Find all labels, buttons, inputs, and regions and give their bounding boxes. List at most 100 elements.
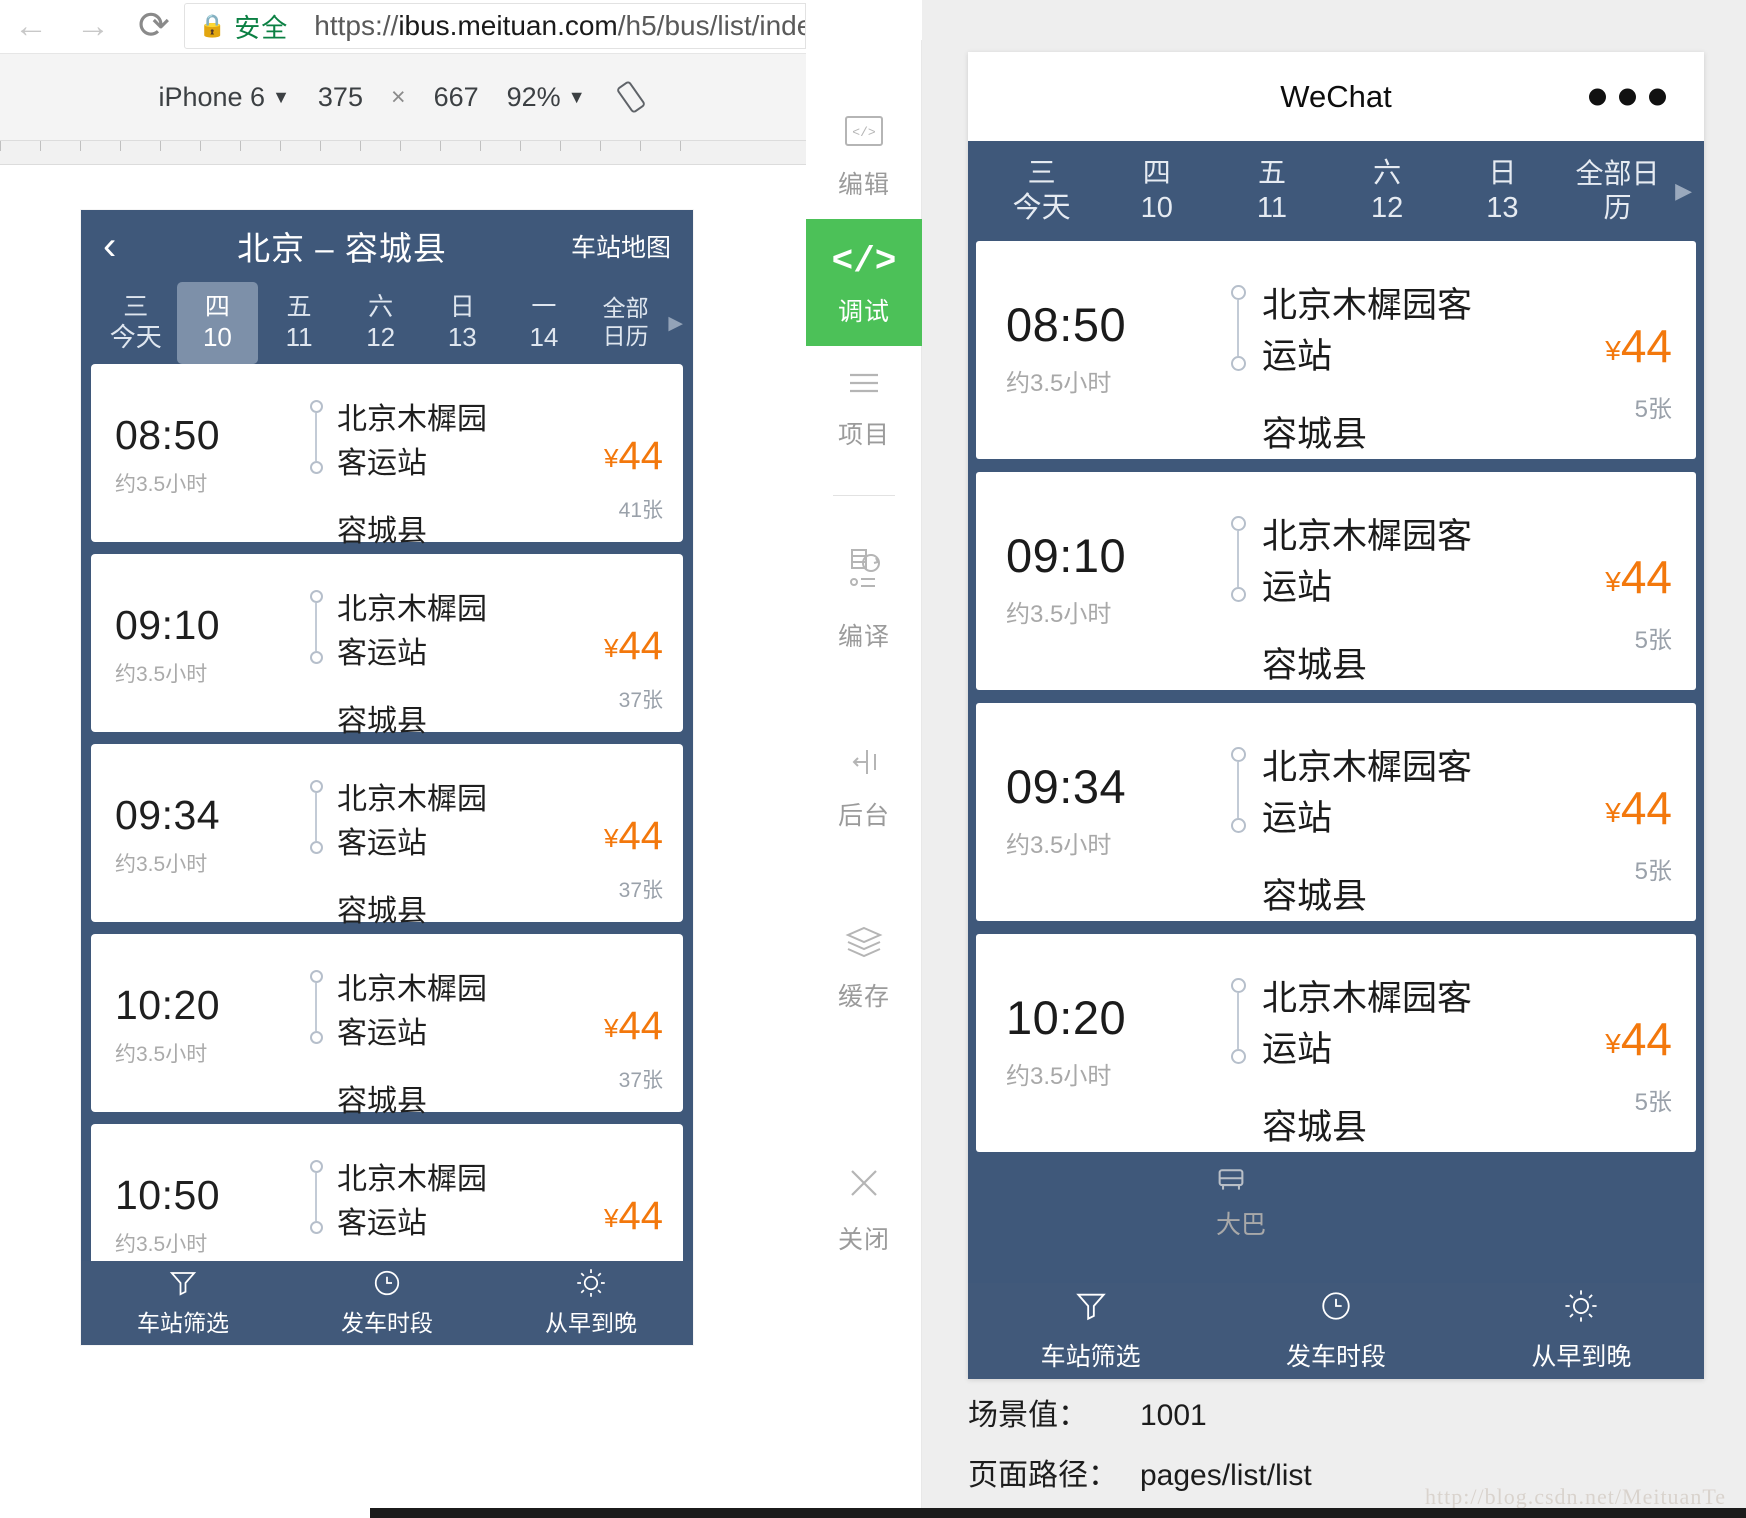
trip-seats: 37张 xyxy=(513,684,663,714)
tab-label: 从早到晚 xyxy=(1531,1337,1631,1373)
trip-row[interactable]: 10:20 约3.5小时 北京木樨园客运站 容城县 大巴 xyxy=(91,934,683,1112)
zoom-value: 92% xyxy=(507,82,561,113)
device-select[interactable]: iPhone 6 ▼ xyxy=(158,82,289,113)
tab-label: 从早到晚 xyxy=(545,1304,637,1338)
rail-item-debug[interactable]: </> 调试 xyxy=(806,219,922,346)
sun-icon xyxy=(1564,1289,1598,1330)
date-tab-3[interactable]: 六 12 xyxy=(340,282,422,364)
address-bar[interactable]: 🔒 安全 https://ibus.meituan.com/h5/bus/lis… xyxy=(184,3,806,49)
tab-station-filter[interactable]: 车站筛选 xyxy=(968,1289,1213,1373)
chevron-right-icon[interactable]: ▶ xyxy=(666,282,683,364)
date-tab-weekday: 全部 xyxy=(603,295,649,323)
rail-item-project[interactable]: 项目 xyxy=(806,346,922,469)
trip-row[interactable]: 08:50 约3.5小时 北京木樨园客运站 容城县 大巴 xyxy=(91,364,683,542)
trip-row[interactable]: 08:50 约3.5小时 北京木樨园客运站 容城县 大巴 xyxy=(976,241,1696,459)
tab-departure-period[interactable]: 发车时段 xyxy=(1213,1289,1458,1373)
route-line-icon xyxy=(295,390,337,474)
dimension-separator: × xyxy=(391,83,406,112)
tab-station-filter[interactable]: 车站筛选 xyxy=(81,1268,285,1338)
trip-from: 北京木樨园客运站 xyxy=(1262,739,1502,841)
date-tab-5[interactable]: 一 14 xyxy=(503,282,585,364)
trip-price: ¥44 xyxy=(513,1006,663,1046)
date-tab-0[interactable]: 三 今天 xyxy=(95,282,177,364)
omnibox-bar: ← → ⟳ 🔒 安全 https://ibus.meituan.com/h5/b… xyxy=(0,0,806,52)
tab-departure-period[interactable]: 发车时段 xyxy=(285,1268,489,1338)
date-tab-weekday: 一 xyxy=(531,292,556,323)
trip-price-block: ¥44 37张 xyxy=(513,960,663,1094)
more-dots-icon[interactable] xyxy=(1589,88,1666,105)
sim-date-tab-calendar[interactable]: 全部日 历 xyxy=(1560,141,1675,241)
trip-price-block: ¥44 37张 xyxy=(513,580,663,714)
page-path-value: pages/list/list xyxy=(1140,1459,1312,1493)
sim-date-tab-4[interactable]: 日 13 xyxy=(1445,141,1560,241)
trip-row[interactable]: 09:10 约3.5小时 北京木樨园客运站 容城县 大巴 xyxy=(976,472,1696,690)
price-value: 44 xyxy=(619,1194,664,1238)
trip-duration: 约3.5小时 xyxy=(115,1038,295,1068)
simulator-navbar: WeChat xyxy=(968,52,1704,141)
arrow-right-icon[interactable]: → xyxy=(62,9,124,43)
trip-price-block: ¥44 5张 xyxy=(1502,964,1672,1117)
chevron-right-icon[interactable]: ▶ xyxy=(1675,141,1700,241)
viewport-ruler xyxy=(0,141,806,165)
trip-row[interactable]: 09:34 约3.5小时 北京木樨园客运站 容城县 大巴 xyxy=(976,703,1696,921)
sim-date-tab-3[interactable]: 六 12 xyxy=(1330,141,1445,241)
date-tab-1[interactable]: 四 10 xyxy=(177,282,259,364)
date-tab-weekday: 全部日 xyxy=(1576,157,1660,191)
background-icon xyxy=(842,745,886,786)
rotate-icon[interactable] xyxy=(614,80,648,114)
rail-item-edit[interactable]: </> 编辑 xyxy=(806,92,922,219)
chevron-left-icon[interactable]: ‹ xyxy=(103,226,163,266)
device-toolbar: iPhone 6 ▼ 375 × 667 92% ▼ xyxy=(0,53,806,141)
trip-time: 10:20 xyxy=(115,982,295,1029)
reload-icon[interactable]: ⟳ xyxy=(124,7,184,45)
rail-item-close[interactable]: 关闭 xyxy=(806,1141,922,1274)
trip-time: 09:10 xyxy=(115,602,295,649)
scene-value-row: 场景值： 1001 xyxy=(968,1390,1704,1434)
url-path: /h5/bus/list/inde xyxy=(618,10,806,41)
date-tab-date: 11 xyxy=(286,322,313,354)
tab-label: 发车时段 xyxy=(341,1304,433,1338)
tab-sort-early-late[interactable]: 从早到晚 xyxy=(1459,1289,1704,1373)
compile-icon xyxy=(842,544,886,607)
date-tab-4[interactable]: 日 13 xyxy=(422,282,504,364)
station-map-link[interactable]: 车站地图 xyxy=(521,228,671,264)
trip-row[interactable]: 09:10 约3.5小时 北京木樨园客运站 容城县 大巴 xyxy=(91,554,683,732)
trip-price-block: ¥44 xyxy=(513,1150,663,1236)
date-tab-date: 12 xyxy=(366,322,395,354)
tab-label: 车站筛选 xyxy=(1041,1337,1141,1373)
trip-row[interactable]: 09:34 约3.5小时 北京木樨园客运站 容城县 大巴 xyxy=(91,744,683,922)
currency-symbol: ¥ xyxy=(1605,797,1621,828)
rail-item-background[interactable]: 后台 xyxy=(806,723,922,850)
code-box-icon: </> xyxy=(843,114,885,155)
trip-row[interactable]: 10:20 约3.5小时 北京木樨园客运站 容城县 大巴 xyxy=(976,934,1696,1152)
price-value: 44 xyxy=(1621,1013,1672,1065)
scene-value: 1001 xyxy=(1140,1399,1207,1433)
trip-time: 09:34 xyxy=(1006,759,1214,814)
simulator-bottom-tabbar: 车站筛选 发车时段 从早到晚 xyxy=(968,1283,1704,1379)
zoom-select[interactable]: 92% ▼ xyxy=(507,82,586,113)
trip-from: 北京木樨园客运站 xyxy=(337,1154,513,1242)
rail-item-cache[interactable]: 缓存 xyxy=(806,902,922,1031)
trip-price-block: ¥44 5张 xyxy=(1502,733,1672,886)
viewport-width-input[interactable]: 375 xyxy=(318,82,363,113)
sim-date-tab-2[interactable]: 五 11 xyxy=(1214,141,1329,241)
date-tab-date: 日历 xyxy=(603,323,649,351)
scene-value-label: 场景值： xyxy=(968,1390,1140,1434)
date-tab-weekday: 四 xyxy=(205,292,230,323)
tab-label: 车站筛选 xyxy=(137,1304,229,1338)
sim-date-tab-1[interactable]: 四 10 xyxy=(1099,141,1214,241)
currency-symbol: ¥ xyxy=(604,443,618,473)
arrow-left-icon[interactable]: ← xyxy=(0,9,62,43)
route-line-icon xyxy=(1214,271,1262,371)
sim-date-tab-0[interactable]: 三 今天 xyxy=(984,141,1099,241)
tab-sort-early-late[interactable]: 从早到晚 xyxy=(489,1268,693,1338)
trip-to: 容城县 xyxy=(1262,637,1502,688)
viewport-width-value: 375 xyxy=(318,82,363,113)
viewport-height-input[interactable]: 667 xyxy=(434,82,479,113)
date-tab-2[interactable]: 五 11 xyxy=(258,282,340,364)
trip-price: ¥44 xyxy=(1502,785,1672,831)
filter-icon xyxy=(168,1268,198,1298)
date-tab-calendar[interactable]: 全部 日历 xyxy=(585,282,667,364)
price-value: 44 xyxy=(1621,782,1672,834)
rail-item-compile[interactable]: 编译 xyxy=(806,522,922,671)
